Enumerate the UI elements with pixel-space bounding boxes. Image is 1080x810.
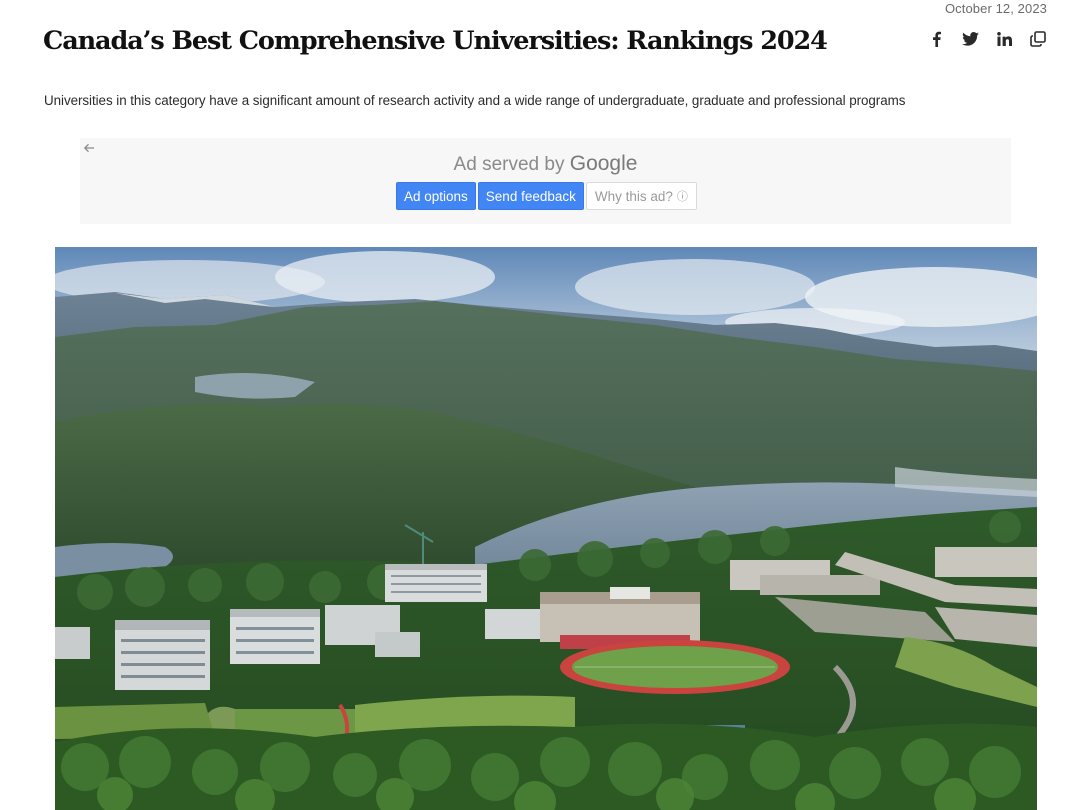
ad-served-by-text: Ad served by [453, 154, 565, 175]
share-bar [927, 29, 1047, 49]
article-date: October 12, 2023 [944, 1, 1047, 16]
google-logo: Google [569, 152, 638, 175]
hero-image [55, 247, 1037, 810]
ad-served-by: Ad served by Google [80, 152, 1011, 176]
ad-buttons: Ad options Send feedback Why this ad? ⓘ [396, 182, 697, 210]
page-title: Canada’s Best Comprehensive Universities… [43, 26, 828, 56]
ad-container: Ad served by Google Ad options Send feed… [80, 138, 1011, 224]
info-icon: ⓘ [676, 191, 688, 203]
article-subtitle: Universities in this category have a sig… [44, 93, 906, 108]
campus-aerial-photo [55, 247, 1037, 810]
copy-link-icon[interactable] [1029, 29, 1047, 49]
linkedin-icon[interactable] [995, 29, 1013, 49]
ad-options-button[interactable]: Ad options [396, 182, 476, 210]
send-feedback-button[interactable]: Send feedback [477, 182, 584, 210]
twitter-icon[interactable] [961, 29, 979, 49]
why-this-ad-label: Why this ad? [594, 188, 673, 204]
facebook-icon[interactable] [927, 29, 945, 49]
why-this-ad-button[interactable]: Why this ad? ⓘ [585, 182, 697, 210]
